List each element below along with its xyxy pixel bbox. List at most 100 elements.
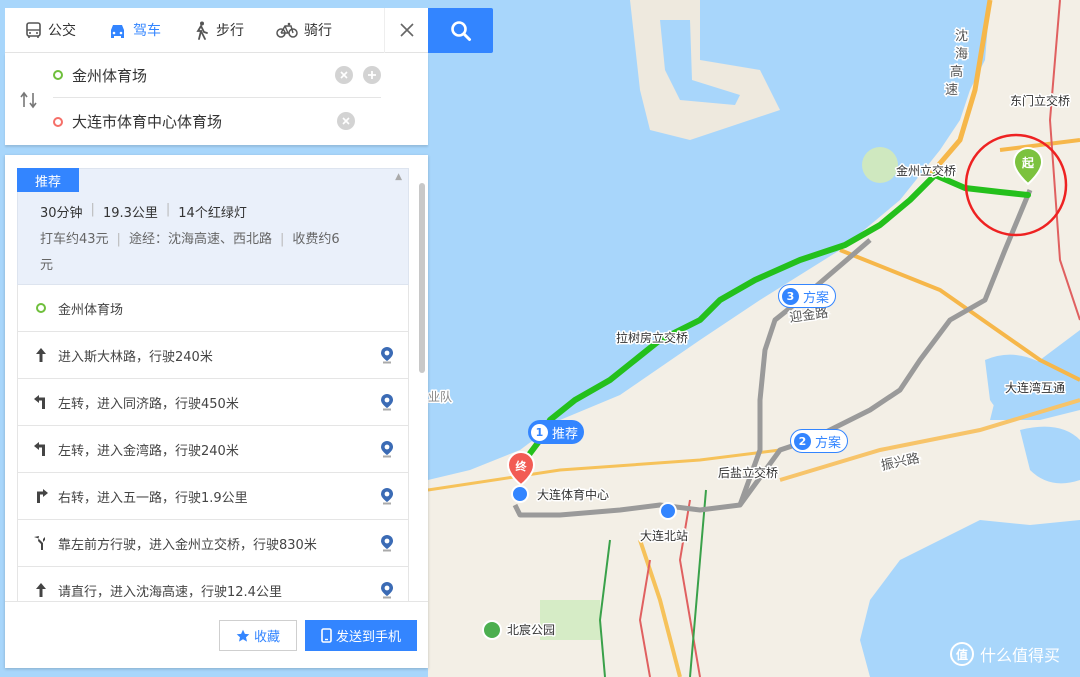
- route-badge-label: 方案: [803, 290, 830, 306]
- watermark: 值 什么值得买: [950, 642, 1060, 666]
- poi-dalianwan: 大连湾互通: [1005, 380, 1065, 395]
- plus-icon: [368, 71, 376, 79]
- poi-dongmen: 东门立交桥: [1010, 93, 1070, 108]
- step-row[interactable]: 进入斯大林路，行驶240米: [17, 332, 409, 379]
- start-input[interactable]: [72, 66, 312, 84]
- route-cost-info: 打车约43元 | 途经：沈海高速、西北路 | 收费约6 元: [40, 227, 385, 279]
- panel-footer: 收藏 发送到手机: [5, 601, 428, 668]
- route-badge-label: 方案: [815, 435, 842, 451]
- step-row[interactable]: 请直行，进入沈海高速，行驶12.4公里: [17, 567, 409, 601]
- duration-text: 30分钟: [40, 206, 83, 221]
- route-summary-card[interactable]: 推荐 ▲ 30分钟 | 19.3公里 | 14个红绿灯 打车约43元 | 途经：沈海…: [17, 168, 409, 285]
- route-result-panel: 推荐 ▲ 30分钟 | 19.3公里 | 14个红绿灯 打车约43元 | 途经：沈海…: [5, 155, 428, 668]
- locate-pin-icon[interactable]: [380, 487, 394, 505]
- turn-right-icon: [32, 488, 50, 504]
- close-button[interactable]: [384, 7, 428, 53]
- tab-walk[interactable]: 步行: [173, 8, 256, 53]
- bus-icon: [26, 21, 41, 38]
- train-station-icon[interactable]: [659, 502, 677, 520]
- route-badge-recommended[interactable]: 1 推荐: [528, 420, 585, 444]
- tab-label: 骑行: [304, 23, 332, 39]
- tab-drive[interactable]: 驾车: [88, 8, 173, 53]
- turn-left-icon: [32, 394, 50, 410]
- favorite-button[interactable]: 收藏: [219, 620, 297, 651]
- road-label-shenhai: 高: [950, 64, 963, 80]
- road-label-shenhai: 海: [955, 47, 968, 62]
- poi-edge-label: 业队: [428, 389, 452, 404]
- search-button[interactable]: [428, 8, 493, 53]
- add-waypoint-button[interactable]: [363, 66, 381, 84]
- end-row: [53, 99, 381, 144]
- locate-pin-icon[interactable]: [380, 393, 394, 411]
- route-badge-plan-3[interactable]: 3 方案: [778, 284, 837, 308]
- recommended-tag: 推荐: [17, 168, 79, 192]
- tab-bus[interactable]: 公交: [5, 8, 88, 53]
- step-text: 左转，进入同济路，行驶450米: [58, 396, 239, 412]
- end-input[interactable]: [72, 112, 312, 131]
- watermark-text: 什么值得买: [980, 646, 1061, 665]
- origin-text: 金州体育场: [58, 302, 124, 318]
- star-icon: [236, 629, 250, 642]
- search-icon: [450, 20, 471, 41]
- separator: |: [165, 202, 171, 217]
- end-dot-icon: [53, 116, 63, 127]
- tab-bike[interactable]: 骑行: [256, 8, 344, 53]
- poi-north-station: 大连北站: [640, 528, 688, 543]
- phone-icon: [321, 628, 332, 643]
- origin-row[interactable]: 金州体育场: [17, 285, 409, 332]
- step-row[interactable]: 靠左前方行驶，进入金州立交桥，行驶830米: [17, 520, 409, 567]
- walk-icon: [196, 21, 208, 40]
- clear-icon: [342, 117, 350, 125]
- poi-houyan: 后盐立交桥: [718, 465, 778, 480]
- clear-end-button[interactable]: [337, 112, 355, 130]
- svg-text:终: 终: [516, 459, 528, 473]
- tab-label: 步行: [216, 23, 244, 39]
- route-detail-list: 推荐 ▲ 30分钟 | 19.3公里 | 14个红绿灯 打车约43元 | 途经：沈海…: [17, 168, 409, 601]
- watermark-logo: 值: [950, 642, 974, 666]
- send-to-phone-button[interactable]: 发送到手机: [305, 620, 417, 651]
- stadium-icon[interactable]: [511, 485, 529, 503]
- svg-text:起: 起: [1021, 155, 1035, 170]
- step-text: 请直行，进入沈海高速，行驶12.4公里: [58, 584, 282, 600]
- close-icon: [399, 23, 414, 37]
- step-row[interactable]: 左转，进入同济路，行驶450米: [17, 379, 409, 426]
- toll-text: 收费约6: [292, 232, 340, 247]
- car-icon: [111, 24, 124, 38]
- park-icon[interactable]: [482, 620, 502, 640]
- via-text: 途经：沈海高速、西北路: [128, 232, 272, 247]
- route-stats: 30分钟 | 19.3公里 | 14个红绿灯: [40, 202, 247, 221]
- route-input-box: [5, 53, 428, 145]
- swap-icon[interactable]: [19, 91, 39, 109]
- toll-text-cont: 元: [40, 258, 54, 273]
- favorite-label: 收藏: [253, 630, 280, 645]
- route-badge-plan-2[interactable]: 2 方案: [790, 429, 849, 453]
- step-text: 进入斯大林路，行驶240米: [58, 349, 213, 365]
- road-label-shenhai: 沈: [955, 29, 968, 44]
- locate-pin-icon[interactable]: [380, 346, 394, 364]
- road-label-shenhai: 速: [945, 83, 958, 98]
- distance-text: 19.3公里: [102, 206, 158, 221]
- separator: |: [90, 202, 95, 217]
- separator: |: [116, 232, 121, 247]
- locate-pin-icon[interactable]: [380, 581, 394, 599]
- straight-arrow-icon: [32, 347, 50, 363]
- step-text: 左转，进入金湾路，行驶240米: [58, 443, 239, 459]
- locate-pin-icon[interactable]: [380, 534, 394, 552]
- step-text: 靠左前方行驶，进入金州立交桥，行驶830米: [58, 537, 317, 553]
- bike-icon: [276, 22, 298, 38]
- locate-pin-icon[interactable]: [380, 440, 394, 458]
- collapse-arrow-icon[interactable]: ▲: [395, 172, 402, 182]
- traffic-lights-text: 14个红绿灯: [178, 206, 247, 221]
- park-patch: [862, 147, 898, 183]
- keep-left-icon: [32, 535, 50, 551]
- step-row[interactable]: 右转，进入五一路，行驶1.9公里: [17, 473, 409, 520]
- poi-beichen-park: 北宸公园: [507, 622, 555, 637]
- route-number: 2: [794, 432, 811, 450]
- step-row[interactable]: 左转，进入金湾路，行驶240米: [17, 426, 409, 473]
- poi-lashu-bridge: 拉树房立交桥: [616, 330, 688, 345]
- route-number: 3: [782, 287, 799, 305]
- taxi-fare-text: 打车约43元: [40, 232, 109, 247]
- route-badge-label: 推荐: [552, 426, 579, 442]
- clear-start-button[interactable]: [335, 66, 353, 84]
- scrollbar-thumb[interactable]: [419, 183, 425, 373]
